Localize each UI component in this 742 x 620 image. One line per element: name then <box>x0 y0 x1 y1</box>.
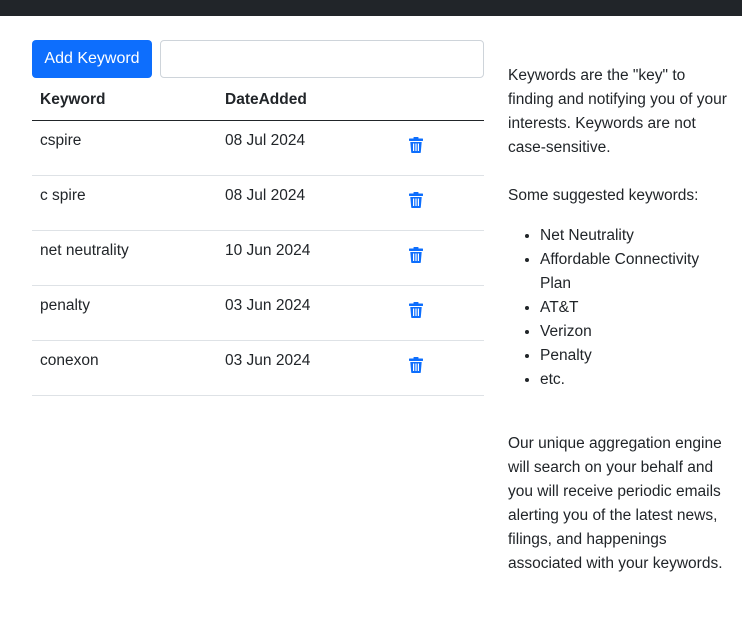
keyword-cell: net neutrality <box>32 230 217 286</box>
date-added-cell: 03 Jun 2024 <box>217 285 401 341</box>
trash-icon[interactable] <box>409 246 423 263</box>
keyword-cell: cspire <box>32 120 217 176</box>
trash-icon[interactable] <box>409 191 423 208</box>
top-nav-bar <box>0 0 742 16</box>
date-added-cell: 08 Jul 2024 <box>217 175 401 231</box>
actions-cell <box>401 285 484 341</box>
keyword-cell: conexon <box>32 340 217 396</box>
suggested-keyword-item: Affordable Connectivity Plan <box>540 248 730 296</box>
actions-cell <box>401 340 484 396</box>
trash-icon[interactable] <box>409 301 423 318</box>
date-added-cell: 03 Jun 2024 <box>217 340 401 396</box>
date-added-cell: 08 Jul 2024 <box>217 120 401 176</box>
header-date-added: DateAdded <box>217 82 401 121</box>
header-actions <box>401 82 484 121</box>
suggested-keyword-item: etc. <box>540 368 730 392</box>
actions-cell <box>401 230 484 286</box>
suggested-heading: Some suggested keywords: <box>508 187 699 204</box>
keyword-cell: penalty <box>32 285 217 341</box>
intro-text: Keywords are the "key" to finding and no… <box>508 67 727 156</box>
suggested-keyword-item: Verizon <box>540 320 730 344</box>
actions-cell <box>401 175 484 231</box>
table-row: c spire 08 Jul 2024 <box>32 175 484 231</box>
table-row: net neutrality 10 Jun 2024 <box>32 230 484 286</box>
suggested-keyword-item: AT&T <box>540 296 730 320</box>
header-keyword: Keyword <box>32 82 217 121</box>
table-row: conexon 03 Jun 2024 <box>32 340 484 396</box>
keyword-cell: c spire <box>32 175 217 231</box>
table-row: penalty 03 Jun 2024 <box>32 285 484 341</box>
suggested-keyword-item: Penalty <box>540 344 730 368</box>
add-keyword-button[interactable]: Add Keyword <box>32 40 152 78</box>
outro-text: Our unique aggregation engine will searc… <box>508 435 723 572</box>
suggested-keyword-item: Net Neutrality <box>540 224 730 248</box>
keyword-table: Keyword DateAdded cspire 08 Jul 2024 c spi… <box>32 82 484 396</box>
date-added-cell: 10 Jun 2024 <box>217 230 401 286</box>
suggested-keywords-list: Net NeutralityAffordable Connectivity Pl… <box>508 224 730 392</box>
keyword-panel: Add Keyword Keyword DateAdded cspire 08 J… <box>32 40 484 396</box>
trash-icon[interactable] <box>409 136 423 153</box>
keyword-controls: Add Keyword <box>32 40 484 78</box>
keyword-info-sidebar: Keywords are the "key" to finding and no… <box>508 64 730 576</box>
table-header-row: Keyword DateAdded <box>32 82 484 121</box>
trash-icon[interactable] <box>409 356 423 373</box>
table-row: cspire 08 Jul 2024 <box>32 120 484 176</box>
keyword-input[interactable] <box>160 40 484 78</box>
actions-cell <box>401 120 484 176</box>
